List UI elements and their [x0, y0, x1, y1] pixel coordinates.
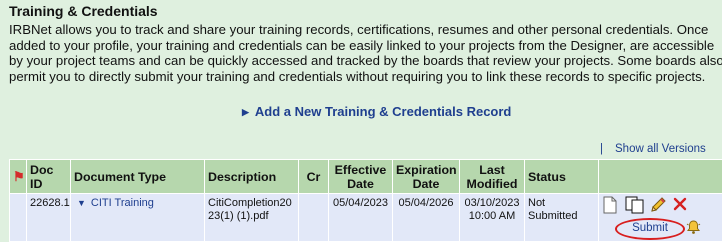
description-header[interactable]: Description [205, 160, 299, 194]
triangle-right-icon: ▶ [242, 107, 249, 117]
delete-icon[interactable] [672, 196, 688, 216]
document-icon[interactable] [603, 196, 617, 218]
status-header[interactable]: Status [525, 160, 599, 194]
submit-button[interactable]: Submit [615, 218, 685, 240]
show-all-versions-link[interactable]: Show all Versions [615, 143, 706, 155]
copy-icon[interactable] [625, 196, 645, 218]
flag-column-header[interactable]: ⚑ [10, 160, 27, 194]
section-title: Training & Credentials [9, 3, 158, 19]
show-all-versions: | Show all Versions [600, 143, 706, 155]
last-modified-header[interactable]: LastModified [460, 160, 525, 194]
add-record-label: Add a New Training & Credentials Record [255, 104, 511, 119]
effective-date-header[interactable]: EffectiveDate [329, 160, 393, 194]
description-cell: CitiCompletion2023(1) (1).pdf [205, 194, 299, 242]
add-record-link[interactable]: ▶ Add a New Training & Credentials Record [242, 104, 511, 119]
triangle-down-icon: ▼ [77, 198, 86, 208]
doc-type-header[interactable]: Document Type [71, 160, 205, 194]
doc-id-header[interactable]: Doc ID [27, 160, 71, 194]
intro-text: IRBNet allows you to track and share you… [9, 22, 722, 84]
last-modified-date: 03/10/2023 [464, 197, 519, 209]
effective-header-line1: Effective [335, 163, 387, 177]
expiration-header-line2: Date [413, 177, 440, 191]
separator: | [600, 143, 603, 155]
actions-cell: Submit [599, 194, 722, 242]
pencil-icon[interactable] [649, 196, 667, 218]
cr-cell [299, 194, 329, 242]
table-header-row: ⚑ Doc ID Document Type Description Cr Ef… [10, 160, 722, 194]
last-modified-cell: 03/10/202310:00 AM [460, 194, 525, 242]
expiration-date-header[interactable]: ExpirationDate [393, 160, 460, 194]
table-row: 22628.1 ▼ CITI Training CitiCompletion202… [10, 194, 722, 242]
doc-id-cell: 22628.1 [27, 194, 71, 242]
expiration-header-line1: Expiration [396, 163, 457, 177]
cr-header[interactable]: Cr [299, 160, 329, 194]
flag-cell [10, 194, 27, 242]
doc-type-link[interactable]: ▼ CITI Training [74, 197, 154, 209]
bell-icon[interactable] [686, 220, 701, 239]
status-cell: Not Submitted [525, 194, 599, 242]
doc-type-label: CITI Training [91, 197, 154, 209]
last-modified-header-line1: Last [479, 163, 504, 177]
effective-header-line2: Date [347, 177, 374, 191]
doc-type-cell: ▼ CITI Training [71, 194, 205, 242]
last-modified-time: 10:00 AM [469, 210, 515, 222]
row-action-icons [603, 196, 713, 216]
effective-date-cell: 05/04/2023 [329, 194, 393, 242]
actions-header [599, 160, 722, 194]
last-modified-header-line2: Modified [467, 177, 518, 191]
flag-icon: ⚑ [13, 169, 25, 184]
credentials-table: ⚑ Doc ID Document Type Description Cr Ef… [9, 159, 722, 242]
expiration-date-cell: 05/04/2026 [393, 194, 460, 242]
